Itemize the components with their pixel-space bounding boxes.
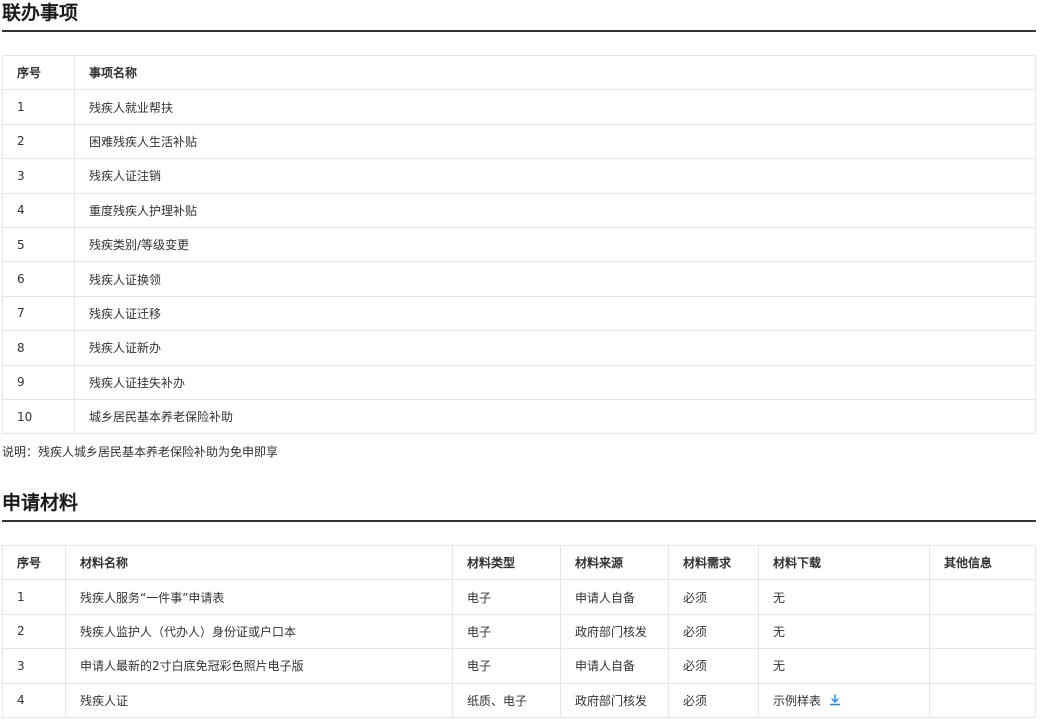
table-row: 1 残疾人服务“一件事”申请表 电子 申请人自备 必须 无 <box>2 579 1036 615</box>
row-material-type: 纸质、电子 <box>452 682 561 718</box>
header-index: 序号 <box>2 544 66 581</box>
row-material-source: 申请人自备 <box>560 648 669 684</box>
row-material-requirement: 必须 <box>668 613 759 650</box>
row-index: 2 <box>2 613 66 650</box>
row-material-type: 电子 <box>452 613 561 650</box>
row-material-requirement: 必须 <box>668 579 759 615</box>
header-material-name: 材料名称 <box>65 544 453 581</box>
row-material-name: 残疾人监护人（代办人）身份证或户口本 <box>65 613 453 650</box>
row-material-source: 政府部门核发 <box>560 613 669 650</box>
items-table: 序号 事项名称 1 残疾人就业帮扶 2 困难残疾人生活补贴 3 残疾人证注销 4 重度残… <box>2 54 1036 435</box>
download-icon[interactable] <box>829 694 841 706</box>
row-item-name: 残疾人证挂失补办 <box>74 364 1036 400</box>
table-row: 2 残疾人监护人（代办人）身份证或户口本 电子 政府部门核发 必须 无 <box>2 613 1036 650</box>
header-material-download: 材料下载 <box>758 544 930 581</box>
row-material-type: 电子 <box>452 579 561 615</box>
row-material-type: 电子 <box>452 648 561 684</box>
row-item-name: 残疾人证新办 <box>74 330 1036 366</box>
note-text: 说明：残疾人城乡居民基本养老保险补助为免申即享 <box>2 445 279 459</box>
materials-table: 序号 材料名称 材料类型 材料来源 材料需求 材料下载 其他信息 1 残疾人服务… <box>2 544 1036 718</box>
header-other-info: 其他信息 <box>929 544 1036 581</box>
table-row: 3 残疾人证注销 <box>2 158 1036 194</box>
row-item-name: 残疾类别/等级变更 <box>74 226 1036 263</box>
row-item-name: 残疾人就业帮扶 <box>74 89 1036 125</box>
row-item-name: 困难残疾人生活补贴 <box>74 123 1036 160</box>
row-index: 4 <box>2 682 66 718</box>
row-index: 10 <box>2 398 75 435</box>
table-row: 4 残疾人证 纸质、电子 政府部门核发 必须 示例样表 <box>2 682 1036 718</box>
row-index: 3 <box>2 158 75 194</box>
row-index: 1 <box>2 579 66 615</box>
table-row: 8 残疾人证新办 <box>2 330 1036 366</box>
row-item-name: 残疾人证迁移 <box>74 295 1036 332</box>
table-row: 6 残疾人证换领 <box>2 261 1036 297</box>
table-header-row: 序号 材料名称 材料类型 材料来源 材料需求 材料下载 其他信息 <box>2 544 1036 581</box>
row-other-info <box>929 682 1036 718</box>
row-item-name: 残疾人证换领 <box>74 261 1036 297</box>
table-row: 1 残疾人就业帮扶 <box>2 89 1036 125</box>
row-index: 6 <box>2 261 75 297</box>
row-index: 8 <box>2 330 75 366</box>
sample-form-download-link[interactable]: 示例样表 <box>773 694 841 708</box>
row-material-download: 无 <box>758 648 930 684</box>
row-index: 9 <box>2 364 75 400</box>
row-material-source: 申请人自备 <box>560 579 669 615</box>
row-index: 3 <box>2 648 66 684</box>
row-material-download: 无 <box>758 579 930 615</box>
section-title-materials: 申请材料 <box>2 490 1036 522</box>
sample-form-label: 示例样表 <box>773 693 822 708</box>
row-material-name: 申请人最新的2寸白底免冠彩色照片电子版 <box>65 648 453 684</box>
row-material-name: 残疾人证 <box>65 682 453 718</box>
row-item-name: 城乡居民基本养老保险补助 <box>74 398 1036 435</box>
row-index: 2 <box>2 123 75 160</box>
table-row: 4 重度残疾人护理补贴 <box>2 192 1036 228</box>
row-item-name: 重度残疾人护理补贴 <box>74 192 1036 228</box>
row-material-requirement: 必须 <box>668 682 759 718</box>
table-row: 10 城乡居民基本养老保险补助 <box>2 398 1036 435</box>
table-row: 9 残疾人证挂失补办 <box>2 364 1036 400</box>
row-index: 1 <box>2 89 75 125</box>
page: 联办事项 序号 事项名称 1 残疾人就业帮扶 2 困难残疾人生活补贴 3 残疾人证注销… <box>0 0 1042 722</box>
header-material-type: 材料类型 <box>452 544 561 581</box>
table-row: 5 残疾类别/等级变更 <box>2 226 1036 263</box>
header-material-source: 材料来源 <box>560 544 669 581</box>
section-title-lianban: 联办事项 <box>2 0 1036 32</box>
row-other-info <box>929 648 1036 684</box>
table-row: 7 残疾人证迁移 <box>2 295 1036 332</box>
row-index: 7 <box>2 295 75 332</box>
row-index: 5 <box>2 226 75 263</box>
row-other-info <box>929 579 1036 615</box>
row-material-download: 无 <box>758 613 930 650</box>
header-index: 序号 <box>2 54 75 91</box>
table-header-row: 序号 事项名称 <box>2 54 1036 91</box>
row-material-download-cell: 示例样表 <box>758 682 930 718</box>
row-other-info <box>929 613 1036 650</box>
row-index: 4 <box>2 192 75 228</box>
header-item-name: 事项名称 <box>74 54 1036 91</box>
header-material-requirement: 材料需求 <box>668 544 759 581</box>
table-row: 3 申请人最新的2寸白底免冠彩色照片电子版 电子 申请人自备 必须 无 <box>2 648 1036 684</box>
row-material-name: 残疾人服务“一件事”申请表 <box>65 579 453 615</box>
table-row: 2 困难残疾人生活补贴 <box>2 123 1036 160</box>
row-material-source: 政府部门核发 <box>560 682 669 718</box>
row-item-name: 残疾人证注销 <box>74 158 1036 194</box>
row-material-requirement: 必须 <box>668 648 759 684</box>
